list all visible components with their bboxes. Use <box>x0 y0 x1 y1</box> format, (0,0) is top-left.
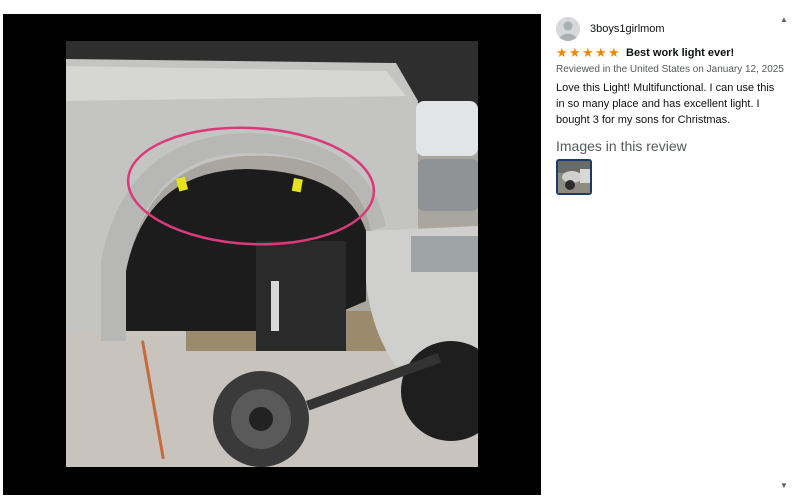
star-icon: ★ <box>582 45 594 60</box>
review-date: Reviewed in the United States on January… <box>556 64 784 75</box>
star-icon: ★ <box>556 45 568 60</box>
review-title: Best work light ever! <box>626 47 735 59</box>
window-edge <box>795 0 800 503</box>
reviewer-name[interactable]: 3boys1girlmom <box>590 23 665 35</box>
scrollbar[interactable]: ▲ ▼ <box>778 14 790 495</box>
star-icon: ★ <box>595 45 607 60</box>
reviewer-row: 3boys1girlmom <box>556 16 665 42</box>
star-rating: ★ ★ ★ ★ ★ <box>556 45 620 60</box>
scroll-down-arrow-icon[interactable]: ▼ <box>778 480 790 492</box>
truck-wheel-well-photo <box>66 41 478 467</box>
user-avatar-icon <box>556 17 580 41</box>
scroll-up-arrow-icon[interactable]: ▲ <box>778 14 790 26</box>
image-viewer <box>3 14 541 495</box>
review-body: Love this Light! Multifunctional. I can … <box>556 82 775 126</box>
images-heading: Images in this review <box>556 138 687 154</box>
review-image-thumbnail[interactable] <box>556 159 592 195</box>
review-photo[interactable] <box>66 41 478 467</box>
rating-row: ★ ★ ★ ★ ★ Best work light ever! <box>556 45 734 61</box>
star-icon: ★ <box>569 45 581 60</box>
top-border <box>0 0 800 14</box>
review-panel: 3boys1girlmom ★ ★ ★ ★ ★ Best work light … <box>556 14 784 494</box>
star-icon: ★ <box>608 45 620 60</box>
